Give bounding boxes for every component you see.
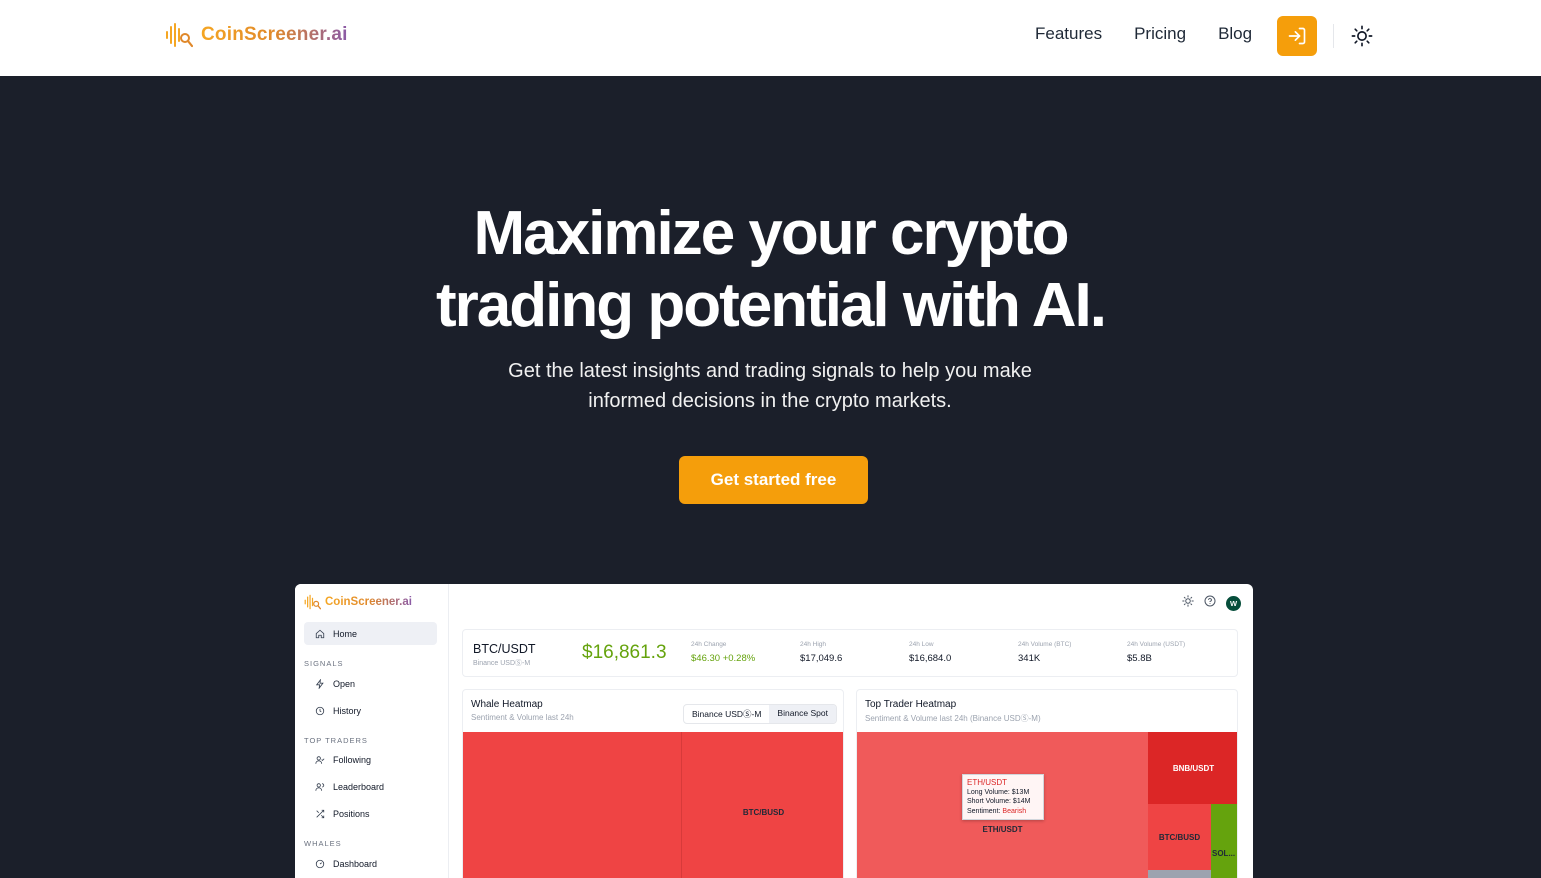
ticker-stat-change: 24h Change $46.30 +0.28% bbox=[691, 641, 755, 664]
sidebar-item-label: Home bbox=[333, 628, 358, 639]
tile-label: BNB/USDT bbox=[1172, 763, 1215, 773]
ticker-pair: BTC/USDT bbox=[473, 642, 536, 656]
theme-toggle-button[interactable] bbox=[1350, 24, 1374, 48]
heatmap-tile-sol[interactable]: SOL... bbox=[1211, 804, 1237, 878]
preview-brand-name: CoinScreener.ai bbox=[325, 596, 412, 608]
stat-value: 341K bbox=[1018, 653, 1041, 664]
sidebar-section-whales: WHALES bbox=[304, 839, 342, 848]
stat-value: $46.30 +0.28% bbox=[691, 653, 756, 664]
sidebar-item-home[interactable]: Home bbox=[304, 622, 437, 645]
stat-value: $17,049.6 bbox=[800, 653, 843, 664]
users-icon bbox=[314, 781, 325, 792]
avatar[interactable]: W bbox=[1226, 595, 1241, 611]
hero-subtitle: Get the latest insights and trading sign… bbox=[508, 360, 1032, 412]
sidebar-item-leaderboard[interactable]: Leaderboard bbox=[304, 775, 437, 798]
top-navbar: CoinScreener.ai Features Pricing Blog bbox=[0, 0, 1541, 76]
stat-value: $16,684.0 bbox=[909, 653, 952, 664]
waveform-search-icon bbox=[166, 23, 193, 48]
ticker-stat-high: 24h High $17,049.6 bbox=[800, 641, 842, 664]
sidebar-section-top-traders: TOP TRADERS bbox=[304, 736, 368, 745]
heatmap-tile[interactable] bbox=[463, 732, 681, 878]
help-icon[interactable] bbox=[1204, 594, 1216, 612]
login-button[interactable] bbox=[1277, 16, 1317, 56]
sidebar-section-signals: SIGNALS bbox=[304, 659, 344, 668]
preview-sidebar: CoinScreener.ai Home SIGNALS Open Histor… bbox=[295, 584, 449, 878]
heatmap-tile-bnb[interactable]: BNB/USDT bbox=[1148, 732, 1237, 804]
ticker-stat-volume-btc: 24h Volume (BTC) 341K bbox=[1018, 641, 1071, 664]
tab-binance-spot[interactable]: Binance Spot bbox=[769, 705, 836, 723]
user-check-icon bbox=[314, 754, 325, 765]
preview-brand: CoinScreener.ai bbox=[304, 594, 412, 610]
app-preview: CoinScreener.ai Home SIGNALS Open Histor… bbox=[295, 584, 1253, 878]
tile-label: SOL... bbox=[1212, 848, 1236, 858]
login-icon bbox=[1288, 27, 1306, 45]
hero-title-line2: trading potential with AI. bbox=[436, 271, 1107, 340]
ticker-stat-low: 24h Low $16,684.0 bbox=[909, 641, 951, 664]
tile-label: ETH/USDT bbox=[982, 825, 1023, 834]
tooltip-long: Long Volume: $13M bbox=[967, 788, 1030, 796]
clock-icon bbox=[314, 705, 325, 716]
sidebar-item-label: History bbox=[333, 705, 362, 716]
hero-title-line1: Maximize your crypto bbox=[473, 199, 1070, 268]
nav-link-blog[interactable]: Blog bbox=[1218, 24, 1252, 44]
nav-links: Features Pricing Blog bbox=[1035, 24, 1252, 44]
exchange-toggle: Binance USDⓈ-M Binance Spot bbox=[682, 704, 837, 724]
sun-icon[interactable] bbox=[1182, 594, 1194, 612]
sidebar-item-label: Following bbox=[333, 754, 372, 765]
tab-binance-usdm[interactable]: Binance USDⓈ-M bbox=[684, 705, 769, 723]
preview-topbar-icons: W bbox=[1182, 594, 1241, 612]
sidebar-item-label: Open bbox=[333, 678, 356, 689]
gauge-icon bbox=[314, 858, 325, 869]
stat-value: $5.8B bbox=[1127, 653, 1152, 664]
card-title: Top Trader Heatmap bbox=[865, 699, 957, 710]
tile-label: BTC/BUSD bbox=[1158, 832, 1201, 842]
whale-heatmap-card: Whale Heatmap Sentiment & Volume last 24… bbox=[462, 689, 844, 878]
sidebar-item-label: Dashboard bbox=[333, 858, 378, 869]
ticker-exchange: Binance USDⓈ-M bbox=[473, 660, 531, 667]
get-started-button[interactable]: Get started free bbox=[679, 456, 868, 504]
stat-label: 24h High bbox=[800, 641, 827, 648]
heatmap-tooltip: ETH/USDT Long Volume: $13M Short Volume:… bbox=[962, 774, 1044, 820]
brand-name: CoinScreener.ai bbox=[201, 24, 348, 45]
sidebar-item-label: Leaderboard bbox=[333, 781, 385, 792]
waveform-search-icon bbox=[304, 594, 321, 610]
sidebar-item-label: Positions bbox=[333, 808, 370, 819]
nav-divider bbox=[1333, 24, 1334, 48]
sun-icon bbox=[1351, 25, 1373, 47]
shuffle-icon bbox=[314, 808, 325, 819]
stat-label: 24h Low bbox=[909, 641, 934, 648]
heatmap-tile-btcbusd[interactable]: BTC/BUSD bbox=[1148, 804, 1211, 870]
tile-label: BTC/BUSD bbox=[742, 807, 785, 817]
hero-title: Maximize your crypto trading potential w… bbox=[0, 198, 1541, 342]
tooltip-title: ETH/USDT bbox=[967, 778, 1007, 787]
ticker-panel: BTC/USDT Binance USDⓈ-M $16,861.3 24h Ch… bbox=[462, 629, 1238, 677]
ticker-price: $16,861.3 bbox=[582, 642, 667, 663]
heatmap-tile[interactable] bbox=[1148, 870, 1211, 878]
stat-label: 24h Change bbox=[691, 641, 727, 648]
ticker-stat-volume-usdt: 24h Volume (USDT) $5.8B bbox=[1127, 641, 1185, 664]
brand-logo[interactable]: CoinScreener.ai bbox=[165, 22, 348, 48]
sidebar-item-positions[interactable]: Positions bbox=[304, 802, 437, 825]
card-subtitle: Sentiment & Volume last 24h bbox=[471, 713, 574, 722]
nav-link-pricing[interactable]: Pricing bbox=[1134, 24, 1186, 44]
card-title: Whale Heatmap bbox=[471, 699, 543, 710]
card-subtitle: Sentiment & Volume last 24h (Binance USD… bbox=[865, 714, 1041, 723]
home-icon bbox=[314, 628, 325, 639]
sidebar-item-open[interactable]: Open bbox=[304, 672, 437, 695]
stat-label: 24h Volume (BTC) bbox=[1018, 641, 1072, 648]
stat-label: 24h Volume (USDT) bbox=[1127, 641, 1186, 648]
nav-link-features[interactable]: Features bbox=[1035, 24, 1102, 44]
heatmap-tile[interactable]: BTC/BUSD bbox=[681, 732, 843, 878]
sidebar-item-history[interactable]: History bbox=[304, 699, 437, 722]
tooltip-short: Short Volume: $14M bbox=[967, 798, 1031, 805]
bolt-icon bbox=[314, 678, 325, 689]
tooltip-sentiment: Sentiment: Bearish bbox=[967, 807, 1027, 815]
sidebar-item-following[interactable]: Following bbox=[304, 748, 437, 771]
sidebar-item-dashboard[interactable]: Dashboard bbox=[304, 852, 437, 875]
top-trader-heatmap-card: Top Trader Heatmap Sentiment & Volume la… bbox=[856, 689, 1238, 878]
